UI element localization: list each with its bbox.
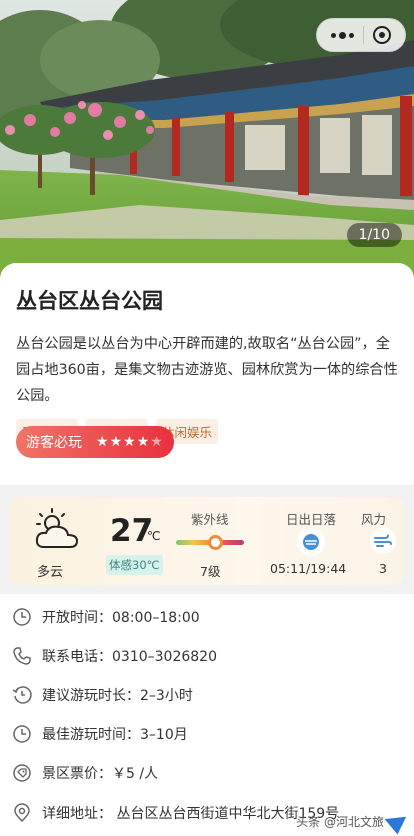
rating-stars: ★ ★ ★ ★ ★	[96, 434, 164, 450]
ticket-price-text: 景区票价：￥5 /人	[42, 766, 159, 782]
must-visit-badge: 游客必玩 ★ ★ ★ ★ ★	[16, 426, 174, 458]
place-description: 丛台公园是以丛台为中心开辟而建的,故取名“丛台公园”，全园占地360亩，是集文物…	[16, 336, 398, 404]
phone-icon	[13, 647, 31, 665]
must-visit-label: 游客必玩	[26, 435, 82, 451]
phone-text[interactable]: 联系电话：0310–3026820	[42, 646, 217, 666]
star-filled-icon: ★	[123, 434, 137, 450]
feels-like-badge: 体感30℃	[106, 555, 163, 575]
ticket-tag-icon	[13, 764, 31, 782]
hero-photo[interactable]: 1/10	[0, 0, 414, 282]
photo-counter: 1/10	[346, 223, 402, 247]
miniapp-close-icon[interactable]	[372, 26, 391, 44]
history-icon	[12, 686, 32, 704]
capsule-divider	[362, 26, 364, 44]
star-filled-icon: ★	[109, 434, 124, 450]
star-filled-icon: ★	[136, 434, 151, 450]
watermark: 头条 @河北文旅	[296, 807, 412, 835]
uv-label: 紫外线	[191, 512, 229, 527]
weather-card: 多云 27 ℃ 体感30℃ 紫外线 7级 日出日落 05:11/19:44 风力…	[10, 497, 404, 585]
list-item-duration: 建议游玩时长：2–3小时	[0, 681, 414, 709]
clock-icon	[13, 608, 31, 626]
open-hours-text: 开放时间：08:00–18:00	[42, 610, 200, 626]
location-pin-icon	[14, 803, 30, 823]
clock-icon	[13, 725, 31, 743]
uv-value: 7级	[200, 564, 221, 579]
sunrise-sunset-value: 05:11/19:44	[270, 561, 347, 576]
list-item-phone[interactable]: 联系电话：0310–3026820	[0, 642, 414, 670]
place-info-card: 丛台区丛台公园 丛台公园是以丛台为中心开辟而建的,故取名“丛台公园”，全园占地3…	[0, 263, 414, 485]
more-dots-icon[interactable]	[331, 31, 355, 39]
wind-value: 3	[379, 561, 387, 576]
weather-condition: 多云	[37, 565, 64, 580]
star-empty-icon: ★	[150, 434, 164, 450]
star-filled-icon: ★	[96, 434, 110, 450]
list-item-best-time: 最佳游玩时间：3–10月	[0, 720, 414, 748]
best-time-text: 最佳游玩时间：3–10月	[42, 727, 188, 743]
temperature-unit: ℃	[147, 529, 161, 543]
address-text[interactable]: 详细地址： 丛台区丛台西街道中华北大街159号	[42, 803, 339, 823]
list-item-open-hours: 开放时间：08:00–18:00	[0, 603, 414, 631]
wind-icon	[370, 528, 396, 554]
sunrise-sunset-label: 日出日落	[286, 512, 337, 527]
partly-cloudy-icon	[35, 508, 79, 548]
wind-label: 风力	[361, 512, 387, 527]
watermark-text: 头条 @河北文旅	[296, 814, 384, 829]
sunrise-icon	[297, 528, 325, 556]
uv-scale-bar	[176, 535, 244, 550]
page-title: 丛台区丛台公园	[16, 289, 163, 313]
miniapp-capsule	[316, 18, 406, 52]
uv-level-knob	[208, 535, 224, 550]
details-list: 开放时间：08:00–18:00 联系电话：0310–3026820 建议游玩时…	[0, 594, 414, 836]
duration-text: 建议游玩时长：2–3小时	[42, 688, 193, 704]
list-item-ticket: 景区票价：￥5 /人	[0, 759, 414, 787]
